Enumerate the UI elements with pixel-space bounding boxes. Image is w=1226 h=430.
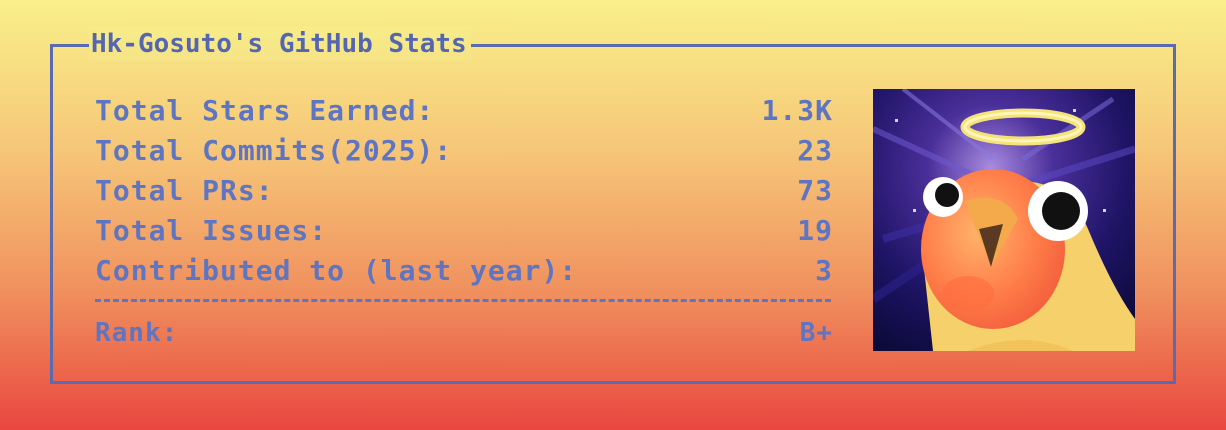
stats-list: Total Stars Earned: 1.3K Total Commits(2… bbox=[95, 91, 833, 291]
stat-value: 3 bbox=[815, 254, 833, 287]
avatar bbox=[873, 89, 1135, 351]
stat-value: 23 bbox=[797, 134, 833, 167]
rank-row: Rank: B+ bbox=[95, 313, 833, 353]
dashed-divider bbox=[95, 299, 831, 302]
stat-label: Total PRs: bbox=[95, 174, 274, 207]
stat-label: Total Stars Earned: bbox=[95, 94, 435, 127]
stat-row-contributed: Contributed to (last year): 3 bbox=[95, 251, 833, 291]
rank-value: B+ bbox=[799, 318, 833, 348]
pixel-bird-with-halo-icon bbox=[873, 89, 1135, 351]
card-title: Hk-Gosuto's GitHub Stats bbox=[89, 27, 471, 61]
stat-row-issues: Total Issues: 19 bbox=[95, 211, 833, 251]
stat-value: 19 bbox=[797, 214, 833, 247]
stat-row-stars: Total Stars Earned: 1.3K bbox=[95, 91, 833, 131]
stat-label: Total Issues: bbox=[95, 214, 328, 247]
stat-row-commits: Total Commits(2025): 23 bbox=[95, 131, 833, 171]
stat-label: Total Commits(2025): bbox=[95, 134, 453, 167]
stat-value: 73 bbox=[797, 174, 833, 207]
stat-value: 1.3K bbox=[761, 94, 833, 127]
stat-label: Contributed to (last year): bbox=[95, 254, 578, 287]
rank-label: Rank: bbox=[95, 318, 179, 348]
stat-row-prs: Total PRs: 73 bbox=[95, 171, 833, 211]
stats-card: Hk-Gosuto's GitHub Stats Total Stars Ear… bbox=[50, 27, 1176, 384]
